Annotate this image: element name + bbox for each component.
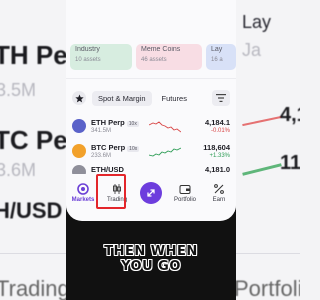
bitcoin-icon — [72, 144, 86, 158]
nav-earn[interactable]: Earn — [202, 174, 236, 212]
market-pair: BTC Perp 10x — [91, 143, 149, 152]
bg-text: Ja — [242, 40, 262, 60]
market-price: 118,604 — [203, 143, 230, 152]
sparkline-chart — [149, 121, 181, 133]
market-pair: ETH/USD — [91, 165, 149, 174]
bg-text: TC Perp — [0, 125, 66, 155]
ethereum-icon — [72, 119, 86, 133]
wallet-icon — [179, 185, 191, 194]
category-name: Industry — [75, 46, 100, 53]
bg-text: Trading — [0, 276, 66, 300]
category-count: 10 assets — [75, 57, 101, 63]
pair-name: BTC Perp — [91, 143, 126, 152]
category-cards: Industry 10 assets Meme Coins 46 assets … — [70, 44, 236, 70]
category-name: Lay — [211, 46, 223, 53]
app-screen: Industry 10 assets Meme Coins 46 assets … — [66, 0, 236, 221]
nav-trade-button[interactable] — [134, 174, 168, 212]
bg-text: Portfolio — [236, 276, 300, 300]
sparkline-chart — [149, 147, 181, 157]
bg-divider — [236, 253, 300, 254]
bg-sparkline — [242, 163, 282, 176]
market-price: 4,181.0 — [204, 165, 230, 174]
leverage-badge: 10x — [127, 146, 140, 152]
category-card-industry[interactable]: Industry 10 assets — [70, 44, 132, 70]
market-change: +1.33% — [209, 153, 230, 159]
tab-futures[interactable]: Futures — [156, 91, 193, 106]
bg-text: 3.5M — [0, 80, 37, 100]
bg-text: TH Perp — [0, 40, 66, 70]
filter-icon[interactable] — [212, 90, 230, 106]
market-volume: 341.5M — [91, 128, 112, 134]
favorites-star-icon[interactable] — [72, 91, 86, 105]
market-row-eth-perp[interactable]: ETH Perp 10x 341.5M 4,184.1 -0.01% — [72, 115, 230, 137]
section-divider — [66, 78, 236, 79]
nav-portfolio[interactable]: Portfolio — [168, 174, 202, 212]
bg-text: 118,6 — [280, 152, 300, 174]
market-change: -0.01% — [210, 128, 230, 134]
category-card-layer[interactable]: Lay 16 a — [206, 44, 236, 70]
video-caption: YOU GO — [121, 259, 181, 274]
background-left: TH Perp 3.5M TC Perp 3.6M H/USD Trading — [0, 0, 66, 300]
trade-swap-icon — [140, 182, 162, 204]
category-count: 46 assets — [141, 57, 167, 63]
category-name: Meme Coins — [141, 46, 181, 53]
market-pair: ETH Perp 10x — [91, 118, 149, 127]
leverage-badge: 10x — [126, 121, 139, 127]
markets-icon — [77, 183, 89, 195]
pair-name: ETH/USD — [91, 165, 124, 174]
top-bar — [66, 0, 236, 40]
nav-markets[interactable]: Markets — [66, 174, 100, 212]
bg-divider — [0, 253, 66, 254]
bg-text: Lay — [242, 12, 272, 32]
market-volume: 233.6M — [91, 153, 112, 159]
tab-spot-margin[interactable]: Spot & Margin — [92, 90, 152, 106]
bg-text: H/USD — [0, 198, 63, 223]
market-tabs: Spot & Margin Futures — [72, 88, 230, 108]
trading-highlight-box — [96, 174, 126, 209]
nav-label: Markets — [71, 197, 95, 203]
video-caption: THEN WHEN — [104, 244, 198, 259]
bg-sparkline — [242, 115, 282, 127]
nav-label: Portfolio — [173, 197, 196, 203]
pair-name: ETH Perp — [91, 118, 125, 127]
category-count: 16 a — [211, 57, 223, 63]
bg-text: 4,1 — [280, 104, 300, 126]
phone-frame: Industry 10 assets Meme Coins 46 assets … — [66, 0, 236, 300]
bottom-navigation: Markets Trading Portfolio Earn — [66, 174, 236, 212]
market-price: 4,184.1 — [204, 118, 230, 127]
category-card-meme-coins[interactable]: Meme Coins 46 assets — [136, 44, 202, 70]
percent-icon — [214, 184, 224, 194]
market-row-btc-perp[interactable]: BTC Perp 10x 233.6M 118,604 +1.33% — [72, 140, 230, 162]
nav-label: Earn — [212, 197, 226, 203]
bg-text: 3.6M — [0, 160, 37, 180]
background-right: Lay Ja 4,1 118,6 Portfolio — [236, 0, 300, 300]
